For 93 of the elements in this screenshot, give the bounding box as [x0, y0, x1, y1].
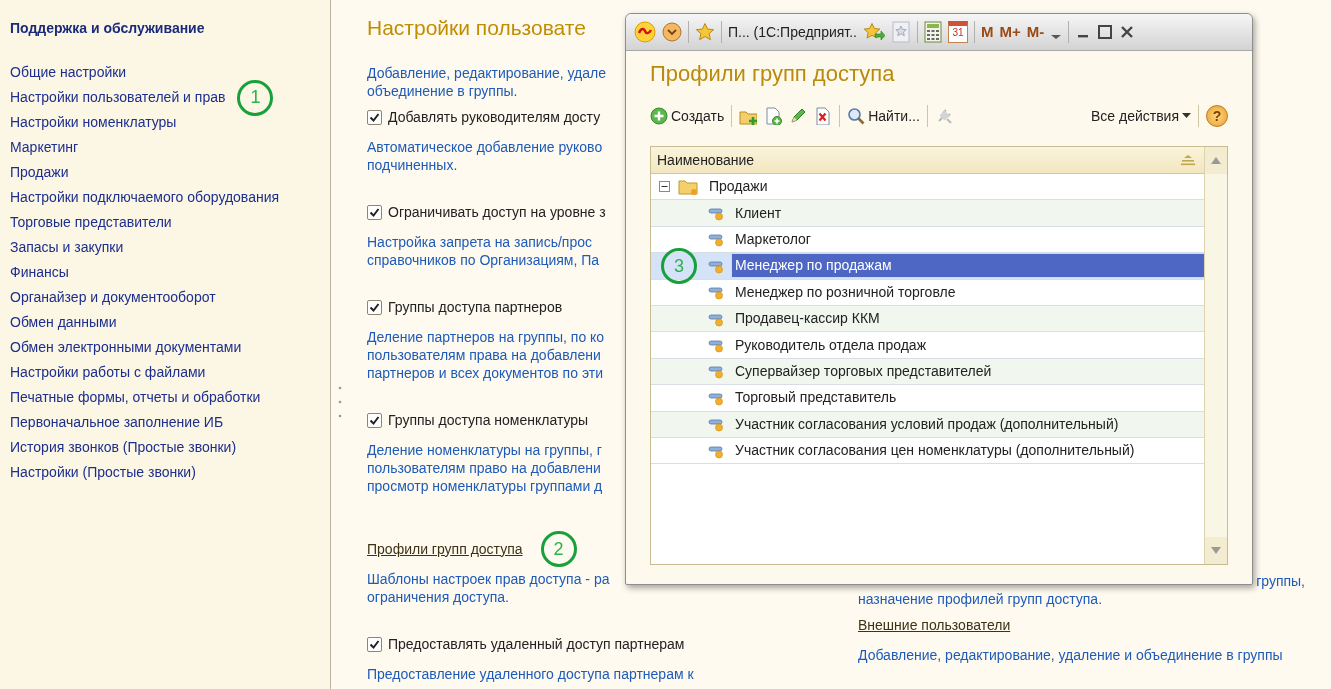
sidebar-link[interactable]: Обмен данными [10, 310, 117, 335]
find-button[interactable]: Найти... [847, 105, 920, 127]
sidebar-link[interactable]: Общие настройки [10, 60, 127, 85]
sidebar-link[interactable]: Печатные формы, отчеты и обработки [10, 385, 261, 410]
memory-button[interactable]: M- [1026, 20, 1045, 44]
memory-button[interactable]: M [981, 20, 994, 44]
tree-row[interactable]: Участник согласования цен номенклатуры (дополнительный) [651, 437, 1204, 465]
sidebar-link[interactable]: Маркетинг [10, 135, 79, 160]
tree-row[interactable]: Супервайзер торговых представителей [651, 358, 1204, 386]
column-header[interactable]: Наименование [651, 147, 1204, 174]
sidebar-link[interactable]: Настройки пользователей и прав [10, 85, 226, 110]
caret-icon [1182, 113, 1191, 119]
checkbox-label: Добавлять руководителям досту [388, 107, 601, 127]
profile-icon [708, 416, 724, 433]
profile-icon [708, 205, 724, 222]
description-text: Деление номенклатуры на группы, г [367, 441, 602, 459]
description-text: пользователям права на добавлени [367, 346, 601, 364]
description-text: Автоматическое добавление руково [367, 138, 603, 156]
logo-icon[interactable] [634, 21, 656, 43]
copy-icon[interactable] [764, 107, 783, 125]
add-icon [650, 107, 668, 125]
tree-row[interactable]: Менеджер по розничной торговле [651, 279, 1204, 306]
memory-button[interactable]: M+ [999, 20, 1021, 44]
search-icon [847, 107, 866, 125]
checkbox-label: Группы доступа партнеров [388, 297, 563, 317]
checkbox-label: Группы доступа номенклатуры [388, 410, 589, 430]
checkbox[interactable] [367, 636, 382, 652]
window-title: П... (1С:Предприят.. [728, 22, 857, 42]
edit-icon[interactable] [789, 107, 808, 125]
settings-link[interactable]: Внешние пользователи [858, 614, 1011, 636]
star-arrow-icon[interactable] [863, 22, 885, 42]
checkbox[interactable] [367, 109, 382, 125]
description-text: просмотр номенклатуры группами д [367, 477, 603, 495]
tree-row[interactable]: Руководитель отдела продаж [651, 332, 1204, 359]
sidebar-link[interactable]: Первоначальное заполнение ИБ [10, 410, 224, 435]
calculator-icon[interactable] [924, 21, 942, 43]
calendar-button[interactable]: 31 [948, 21, 968, 43]
checkbox-label: Ограничивать доступ на уровне з [388, 202, 606, 222]
sidebar-link[interactable]: Настройки (Простые звонки) [10, 460, 196, 485]
column-title: Наименование [657, 150, 755, 170]
callout-number: 1 [237, 79, 274, 116]
profile-icon [708, 363, 724, 380]
settings-link[interactable]: Профили групп доступа [367, 538, 523, 560]
sidebar-link[interactable]: Настройки подключаемого оборудования [10, 185, 280, 210]
sidebar-link[interactable]: Обмен электронными документами [10, 335, 242, 360]
tree-row[interactable]: Участник согласования условий продаж (дополнительный) [651, 411, 1204, 438]
folder-icon [678, 177, 698, 196]
profile-icon [708, 284, 724, 301]
callout-number: 2 [540, 531, 577, 567]
description-text: Деление партнеров на группы, по ко [367, 328, 605, 346]
sidebar-link[interactable]: Продажи [10, 160, 69, 185]
sidebar-title: Поддержка и обслуживание [10, 19, 206, 38]
description-text: Настройка запрета на запись/прос [367, 233, 592, 251]
sidebar-link[interactable]: Запасы и закупки [10, 235, 124, 260]
page-title: Настройки пользовате [367, 15, 586, 41]
description-text: справочников по Организациям, Па [367, 251, 600, 269]
profile-icon [708, 337, 724, 354]
close-icon[interactable] [1119, 24, 1136, 40]
create-button[interactable]: Создать [650, 105, 725, 127]
description-text: ограничения доступа. [367, 588, 509, 606]
star-icon[interactable] [695, 22, 715, 42]
checkbox[interactable] [367, 204, 382, 220]
sidebar-link[interactable]: Финансы [10, 260, 69, 285]
tree-row[interactable]: Продавец-кассир ККМ [651, 305, 1204, 333]
description-text: группы, [1256, 572, 1305, 590]
callout-number: 3 [661, 248, 697, 285]
sidebar-link[interactable]: Настройки работы с файлами [10, 360, 206, 385]
tree-row[interactable]: Торговый представитель [651, 385, 1204, 412]
tree-row[interactable]: Клиент [651, 200, 1204, 227]
maximize-icon[interactable] [1097, 24, 1114, 40]
sidebar-link[interactable]: Настройки номенклатуры [10, 110, 177, 135]
description-text: партнеров и всех документов по эти [367, 364, 603, 382]
checkbox[interactable] [367, 412, 382, 428]
description-text: Предоставление удаленного доступа партнерам к [367, 665, 694, 683]
description-text: пользователям право на добавлени [367, 459, 601, 477]
help-button[interactable]: ? [1206, 105, 1228, 127]
checkbox-label: Предоставлять удаленный доступ партнерам [388, 634, 685, 654]
dropdown-icon[interactable] [662, 22, 682, 42]
actions-menu-button[interactable]: Все действия [1090, 105, 1191, 127]
description-text: объединение в группы. [367, 82, 518, 100]
description-text: Добавление, редактирование, удаление и объединение в группы [858, 646, 1283, 664]
checkbox[interactable] [367, 299, 382, 315]
window-heading: Профили групп доступа [650, 61, 896, 87]
collapse-icon[interactable] [659, 181, 670, 193]
delete-icon[interactable] [814, 107, 833, 125]
profile-icon [708, 231, 724, 248]
sidebar-link[interactable]: История звонков (Простые звонки) [10, 435, 237, 460]
sidebar-link[interactable]: Органайзер и документооборот [10, 285, 216, 310]
description-text: назначение профилей групп доступа. [858, 590, 1103, 608]
sidebar-link[interactable]: Торговые представители [10, 210, 172, 235]
description-text: подчиненных. [367, 156, 458, 174]
description-text: Шаблоны настроек прав доступа - ра [367, 570, 610, 588]
description-text: Добавление, редактирование, удале [367, 64, 607, 82]
